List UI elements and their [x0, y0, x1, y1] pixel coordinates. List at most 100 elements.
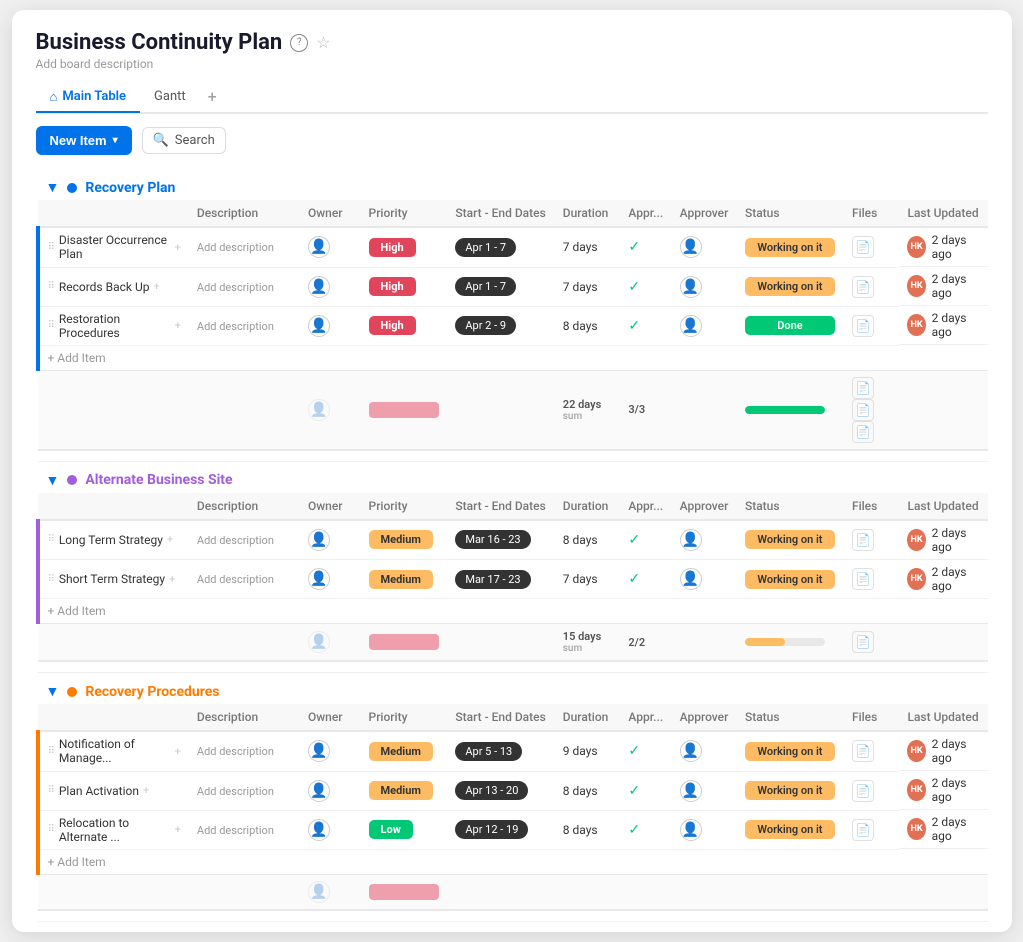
add-item-row[interactable]: + Add Item [38, 345, 988, 370]
approve-check: ✓ [628, 239, 640, 255]
summary-progress-bar [745, 638, 825, 646]
tab-gantt[interactable]: Gantt [140, 83, 200, 112]
add-item-icon[interactable]: + [167, 533, 173, 546]
status-badge[interactable]: Working on it [745, 781, 835, 800]
collapse-icon[interactable]: ▼ [46, 179, 60, 196]
summary-file-2[interactable]: 📄 [852, 399, 874, 421]
file-icon[interactable]: 📄 [852, 568, 874, 590]
column-header: Start - End Dates [447, 200, 554, 227]
description-field[interactable]: Add description [197, 745, 274, 758]
file-icon[interactable]: 📄 [852, 315, 874, 337]
column-header: Duration [555, 704, 621, 731]
priority-badge[interactable]: High [369, 316, 416, 335]
add-item-icon[interactable]: + [175, 823, 181, 836]
status-badge[interactable]: Working on it [745, 820, 835, 839]
add-item-icon[interactable]: + [175, 745, 181, 758]
table-row: ⠿ Restoration Procedures + Add descripti… [38, 306, 988, 345]
status-badge[interactable]: Working on it [745, 570, 835, 589]
priority-badge[interactable]: High [369, 238, 416, 257]
add-tab-button[interactable]: + [200, 81, 225, 112]
description-field[interactable]: Add description [197, 573, 274, 586]
file-icon[interactable]: 📄 [852, 819, 874, 841]
summary-row: 👤15 dayssum2/2📄 [38, 624, 988, 662]
approver-icon[interactable]: 👤 [680, 740, 702, 762]
home-icon: ⌂ [50, 89, 58, 105]
owner-icon[interactable]: 👤 [308, 236, 330, 258]
star-icon[interactable]: ☆ [316, 33, 330, 52]
file-icon[interactable]: 📄 [852, 740, 874, 762]
owner-icon[interactable]: 👤 [308, 740, 330, 762]
owner-icon[interactable]: 👤 [308, 529, 330, 551]
column-header: Appr... [620, 493, 671, 520]
description-field[interactable]: Add description [197, 785, 274, 798]
add-item-row[interactable]: + Add Item [38, 849, 988, 874]
file-icon[interactable]: 📄 [852, 276, 874, 298]
add-item-icon[interactable]: + [169, 573, 175, 586]
owner-icon[interactable]: 👤 [308, 819, 330, 841]
approver-icon[interactable]: 👤 [680, 315, 702, 337]
summary-file-1[interactable]: 📄 [852, 377, 874, 399]
approver-icon[interactable]: 👤 [680, 568, 702, 590]
tabs-row: ⌂ Main Table Gantt + [36, 81, 988, 114]
chevron-down-icon: ▾ [113, 135, 118, 146]
owner-icon[interactable]: 👤 [308, 780, 330, 802]
tab-main-table[interactable]: ⌂ Main Table [36, 83, 141, 113]
file-icon[interactable]: 📄 [852, 529, 874, 551]
add-item-icon[interactable]: + [175, 319, 181, 332]
priority-badge[interactable]: Low [369, 820, 413, 839]
item-name: Disaster Occurrence Plan [59, 233, 171, 261]
priority-badge[interactable]: Medium [369, 742, 433, 761]
date-badge: Mar 17 - 23 [455, 570, 530, 589]
status-badge[interactable]: Working on it [745, 530, 835, 549]
description-field[interactable]: Add description [197, 320, 274, 333]
description-field[interactable]: Add description [197, 241, 274, 254]
file-icon[interactable]: 📄 [852, 236, 874, 258]
owner-icon[interactable]: 👤 [308, 568, 330, 590]
approver-icon[interactable]: 👤 [680, 819, 702, 841]
description-field[interactable]: Add description [197, 534, 274, 547]
date-badge: Apr 2 - 9 [455, 316, 516, 335]
column-header: Status [737, 493, 844, 520]
owner-icon[interactable]: 👤 [308, 315, 330, 337]
priority-badge[interactable]: Medium [369, 570, 433, 589]
add-item-icon[interactable]: + [153, 280, 159, 293]
new-item-label: New Item [50, 133, 107, 148]
group-header-2: ▼ Recovery Procedures [38, 673, 988, 705]
add-item-row[interactable]: + Add Item [38, 599, 988, 624]
new-item-button[interactable]: New Item ▾ [36, 126, 132, 155]
summary-file-3[interactable]: 📄 [852, 421, 874, 443]
table-row: ⠿ Long Term Strategy + Add description👤M… [38, 520, 988, 560]
status-badge[interactable]: Working on it [745, 277, 835, 296]
group-name: Recovery Plan [85, 180, 175, 196]
owner-icon[interactable]: 👤 [308, 276, 330, 298]
date-badge: Apr 12 - 19 [455, 820, 528, 839]
collapse-icon[interactable]: ▼ [46, 472, 60, 489]
status-badge[interactable]: Working on it [745, 238, 835, 257]
priority-badge[interactable]: Medium [369, 530, 433, 549]
board-description[interactable]: Add board description [36, 57, 988, 71]
table-row: ⠿ Records Back Up + Add description👤High… [38, 267, 988, 306]
collapse-icon[interactable]: ▼ [46, 683, 60, 700]
add-item-icon[interactable]: + [143, 784, 149, 797]
file-icon[interactable]: 📄 [852, 780, 874, 802]
approver-icon[interactable]: 👤 [680, 780, 702, 802]
add-item-label[interactable]: + Add Item [48, 351, 106, 365]
approver-icon[interactable]: 👤 [680, 276, 702, 298]
description-field[interactable]: Add description [197, 281, 274, 294]
priority-badge[interactable]: High [369, 277, 416, 296]
approver-icon[interactable]: 👤 [680, 529, 702, 551]
description-field[interactable]: Add description [197, 824, 274, 837]
summary-file[interactable]: 📄 [852, 631, 874, 653]
tab-main-table-label: Main Table [62, 89, 126, 104]
priority-badge[interactable]: Medium [369, 781, 433, 800]
add-item-icon[interactable]: + [175, 241, 181, 254]
status-badge[interactable]: Working on it [745, 742, 835, 761]
add-item-label[interactable]: + Add Item [48, 855, 106, 869]
column-header: Duration [555, 493, 621, 520]
add-item-label[interactable]: + Add Item [48, 604, 106, 618]
approver-icon[interactable]: 👤 [680, 236, 702, 258]
info-icon[interactable]: ? [290, 34, 308, 52]
column-header: Appr... [620, 200, 671, 227]
status-badge[interactable]: Done [745, 316, 835, 335]
search-box[interactable]: 🔍 Search [142, 127, 226, 154]
